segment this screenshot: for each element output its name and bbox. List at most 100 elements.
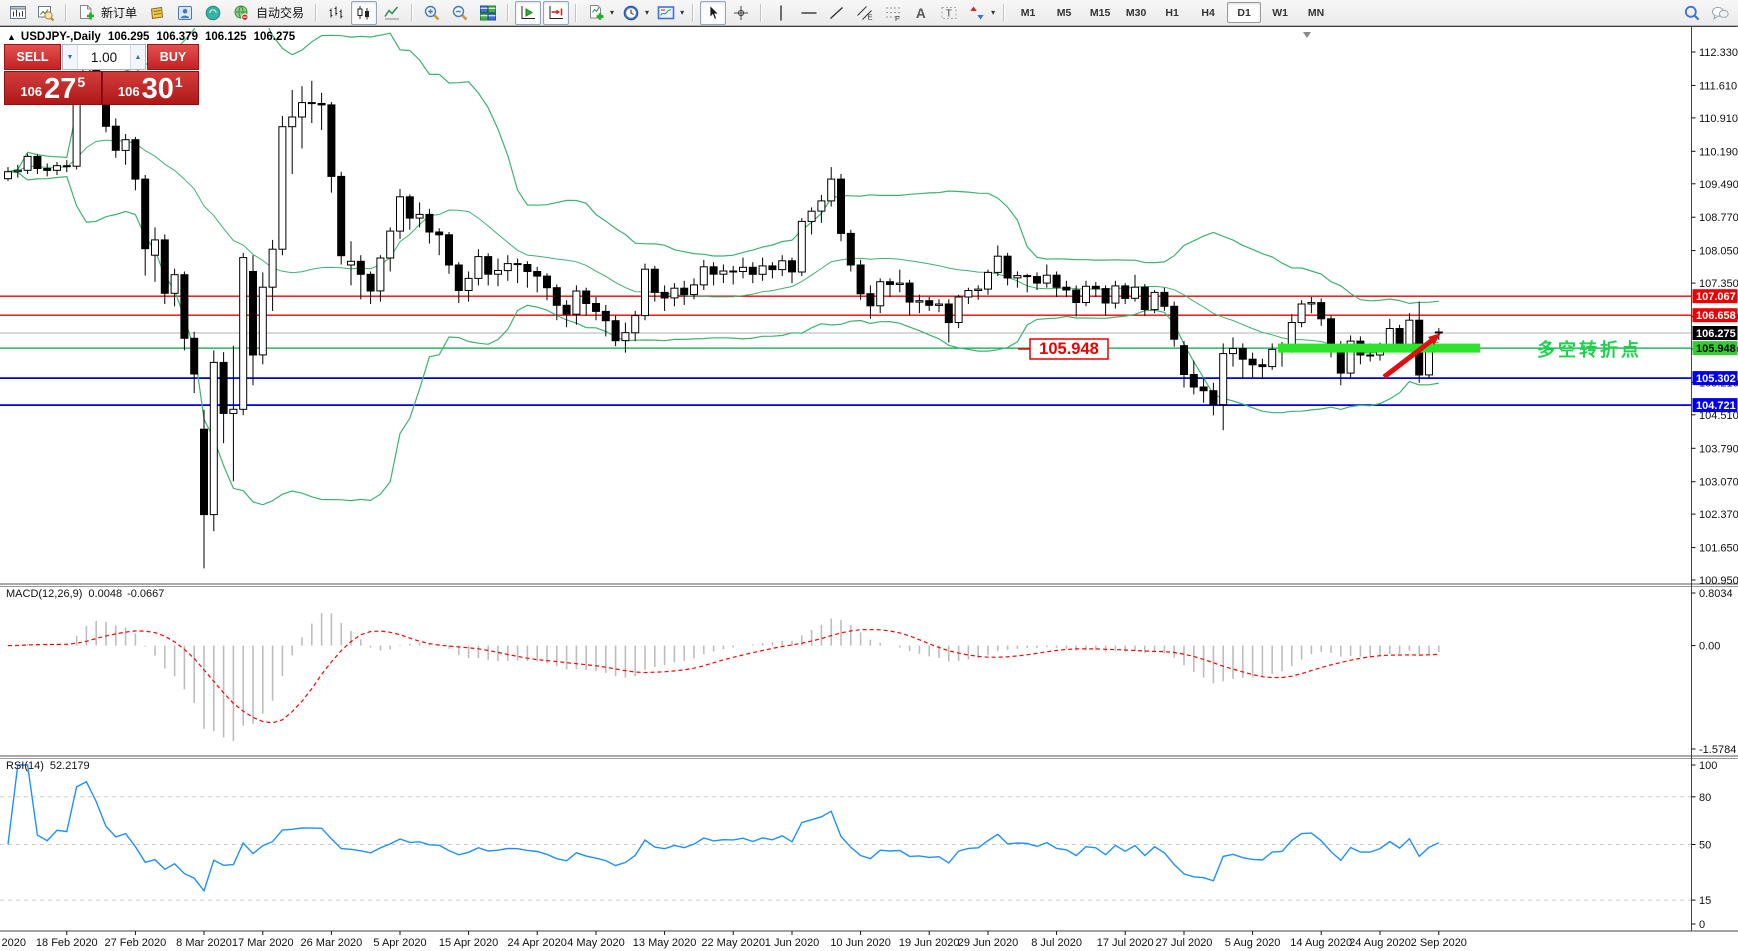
toolbar-separator [411,4,413,22]
timeframe-button-h1[interactable]: H1 [1155,2,1189,23]
ohlc-low: 106.125 [205,31,247,43]
new-order-label[interactable]: 新订单 [101,4,137,21]
buy-price-point: 1 [175,74,183,90]
strategy-tester-button[interactable] [200,1,226,25]
svg-text:0.00: 0.00 [1699,641,1720,653]
data-window-button[interactable] [172,1,198,25]
svg-text:14 Aug 2020: 14 Aug 2020 [1290,937,1352,949]
timeframe-button-w1[interactable]: W1 [1263,2,1297,23]
svg-text:4 May 2020: 4 May 2020 [567,937,624,949]
toolbar-separator [65,4,67,22]
cursor-icon [704,4,722,22]
crosshair-button[interactable] [728,1,754,25]
rsi-name: RSI(14) [6,760,44,772]
market-watch-button[interactable] [144,1,170,25]
text-label-icon: T [940,4,958,22]
svg-text:100.950: 100.950 [1699,575,1738,587]
text-icon: A [912,4,930,22]
svg-text:101.650: 101.650 [1699,543,1738,555]
svg-text:108.050: 108.050 [1699,246,1738,258]
autotrading-icon [232,4,250,22]
periods-button[interactable] [618,1,644,25]
channel-button[interactable]: E [852,1,878,25]
indicators-dropdown-caret[interactable]: ▾ [610,8,614,17]
periods-clock-icon [622,4,640,22]
tile-windows-button[interactable] [475,1,501,25]
svg-text:50: 50 [1699,840,1711,852]
svg-text:22 May 2020: 22 May 2020 [701,937,765,949]
templates-button[interactable] [653,1,679,25]
svg-text:8 Mar 2020: 8 Mar 2020 [176,937,232,949]
search-icon [1683,4,1701,22]
indicators-button[interactable] [583,1,609,25]
chart-profile-button[interactable] [33,1,59,25]
sell-button[interactable]: SELL [4,44,61,70]
toolbar-separator [760,4,762,22]
templates-icon [657,4,675,22]
timeframe-button-h4[interactable]: H4 [1191,2,1225,23]
search-button[interactable] [1679,1,1705,25]
sell-price-pips: 27 [44,76,76,102]
text-label-button[interactable]: T [936,1,962,25]
autotrading-label[interactable]: 自动交易 [256,4,304,21]
new-order-button[interactable] [73,1,99,25]
horizontal-line-icon [800,4,818,22]
auto-scroll-button[interactable] [515,1,541,25]
cn-annotation-text[interactable]: 多空转折点 [1537,339,1642,360]
timeframe-bar: M1M5M15M30H1H4D1W1MN [1010,2,1334,23]
arrows-dropdown-caret[interactable]: ▾ [991,8,995,17]
fibonacci-button[interactable]: F [880,1,906,25]
vertical-line-button[interactable] [768,1,794,25]
new-chart-button[interactable] [5,1,31,25]
svg-text:109.490: 109.490 [1699,179,1738,191]
timeframe-button-m15[interactable]: M15 [1083,2,1117,23]
zoom-in-icon [423,4,441,22]
svg-text:107.067: 107.067 [1696,291,1736,303]
zoom-out-icon [451,4,469,22]
horizontal-line-button[interactable] [796,1,822,25]
trendline-button[interactable] [824,1,850,25]
buy-price[interactable]: 106 30 1 [102,71,200,105]
timeframe-button-d1[interactable]: D1 [1227,2,1261,23]
buy-button[interactable]: BUY [147,44,199,70]
macd-signal-value: -0.0667 [127,588,164,600]
svg-text:107.350: 107.350 [1699,278,1738,290]
line-chart-icon [383,4,401,22]
timeframe-button-m30[interactable]: M30 [1119,2,1153,23]
svg-text:19 Jun 2020: 19 Jun 2020 [899,937,960,949]
templates-dropdown-caret[interactable]: ▾ [680,8,684,17]
chat-button[interactable] [1707,1,1733,25]
candlestick-icon [355,4,373,22]
sell-price[interactable]: 106 27 5 [4,71,102,105]
volume-increase-button[interactable]: ▲ [130,45,145,69]
timeframe-button-m5[interactable]: M5 [1047,2,1081,23]
candlestick-button[interactable] [351,1,377,25]
volume-input[interactable] [78,45,130,69]
bar-chart-icon [327,4,345,22]
periods-dropdown-caret[interactable]: ▾ [645,8,649,17]
svg-text:-1.5784: -1.5784 [1699,744,1736,756]
buy-price-figure: 106 [118,84,140,99]
volume-stepper: ▼ ▲ [62,44,146,70]
text-button[interactable]: A [908,1,934,25]
sell-price-point: 5 [77,74,85,90]
timeframe-button-m1[interactable]: M1 [1011,2,1045,23]
zoom-out-button[interactable] [447,1,473,25]
line-chart-button[interactable] [379,1,405,25]
volume-decrease-button[interactable]: ▼ [63,45,78,69]
green-zone-segment[interactable] [1278,344,1480,353]
collapse-trade-panel-icon[interactable]: ▲ [7,32,16,42]
autotrading-button[interactable] [228,1,254,25]
new-order-icon [77,4,95,22]
svg-text:106.658: 106.658 [1696,310,1736,322]
cursor-button[interactable] [700,1,726,25]
main-chart-area[interactable]: 105.948多空转折点112.330111.610110.910110.190… [0,27,1738,951]
svg-text:27 Feb 2020: 27 Feb 2020 [105,937,167,949]
chart-shift-button[interactable] [543,1,569,25]
svg-text:A: A [916,6,926,21]
arrows-button[interactable] [964,1,990,25]
bar-chart-button[interactable] [323,1,349,25]
chart-window[interactable]: 105.948多空转折点112.330111.610110.910110.190… [0,26,1738,950]
timeframe-button-mn[interactable]: MN [1299,2,1333,23]
zoom-in-button[interactable] [419,1,445,25]
